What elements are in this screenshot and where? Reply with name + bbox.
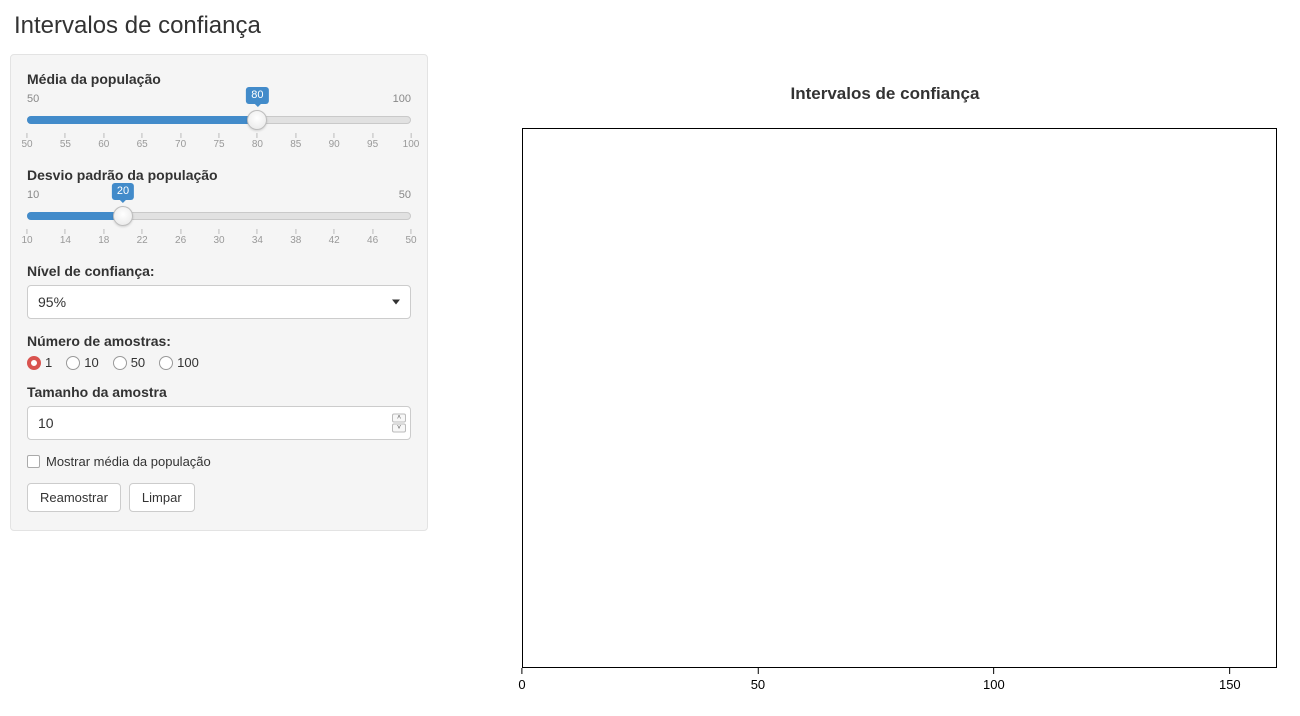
spinner-up-icon[interactable]: ˄: [392, 414, 406, 423]
slider-tick: 90: [329, 133, 340, 150]
spinner-down-icon[interactable]: ˅: [392, 424, 406, 433]
conf-select[interactable]: 95%: [27, 285, 411, 319]
slider-tick: 26: [175, 229, 186, 246]
slider-tick: 75: [213, 133, 224, 150]
radio-100[interactable]: 100: [159, 355, 199, 370]
radio-label: 100: [177, 355, 199, 370]
slider-tick: 95: [367, 133, 378, 150]
slider-tick: 50: [21, 133, 32, 150]
radio-10[interactable]: 10: [66, 355, 98, 370]
plot-area: Intervalos de confiança 0 50 100 150: [428, 50, 1292, 708]
radio-1[interactable]: 1: [27, 355, 52, 370]
radio-label: 50: [131, 355, 145, 370]
nsamples-label: Número de amostras:: [27, 333, 411, 349]
sampsize-label: Tamanho da amostra: [27, 384, 411, 400]
showmean-checkbox[interactable]: Mostrar média da população: [27, 454, 411, 469]
radio-icon: [66, 356, 80, 370]
radio-label: 10: [84, 355, 98, 370]
slider-tick: 14: [60, 229, 71, 246]
x-tick: 0: [518, 668, 525, 692]
radio-icon: [27, 356, 41, 370]
plot-title: Intervalos de confiança: [488, 84, 1282, 104]
radio-icon: [113, 356, 127, 370]
sd-max: 50: [399, 189, 411, 201]
plot-x-axis: 050100150: [522, 668, 1277, 698]
slider-tick: 65: [137, 133, 148, 150]
slider-tick: 18: [98, 229, 109, 246]
sd-min: 10: [27, 189, 39, 201]
slider-tick: 22: [137, 229, 148, 246]
radio-label: 1: [45, 355, 52, 370]
x-tick: 150: [1219, 668, 1241, 692]
slider-tick: 70: [175, 133, 186, 150]
nsamples-radios: 1 10 50 100: [27, 355, 411, 370]
radio-icon: [159, 356, 173, 370]
slider-tick: 34: [252, 229, 263, 246]
page-title: Intervalos de confiança: [14, 12, 1292, 40]
slider-tick: 80: [252, 133, 263, 150]
mean-label: Média da população: [27, 71, 411, 87]
caret-down-icon: [392, 300, 400, 305]
sampsize-value: 10: [38, 415, 54, 431]
slider-tick: 10: [21, 229, 32, 246]
checkbox-icon: [27, 455, 40, 468]
radio-50[interactable]: 50: [113, 355, 145, 370]
slider-tick: 85: [290, 133, 301, 150]
mean-slider[interactable]: 80: [27, 107, 411, 131]
x-tick: 50: [751, 668, 765, 692]
sd-slider[interactable]: 20: [27, 203, 411, 227]
sidebar-panel: Média da população 50 100 80 50 55 60 65 70 7…: [8, 50, 428, 708]
sampsize-input[interactable]: 10 ˄ ˅: [27, 406, 411, 440]
slider-tick: 55: [60, 133, 71, 150]
sd-slider-thumb[interactable]: [113, 206, 133, 226]
plot-box: [522, 128, 1277, 668]
clear-button[interactable]: Limpar: [129, 483, 195, 512]
slider-tick: 100: [403, 133, 420, 150]
sd-label: Desvio padrão da população: [27, 167, 411, 183]
mean-ticks: 50556065707580859095100: [27, 133, 411, 153]
mean-min: 50: [27, 93, 39, 105]
resample-button[interactable]: Reamostrar: [27, 483, 121, 512]
mean-slider-thumb[interactable]: [247, 110, 267, 130]
showmean-label: Mostrar média da população: [46, 454, 211, 469]
slider-tick: 50: [405, 229, 416, 246]
conf-selected: 95%: [38, 294, 66, 310]
slider-tick: 30: [213, 229, 224, 246]
sd-ticks: 1014182226303438424650: [27, 229, 411, 249]
x-tick: 100: [983, 668, 1005, 692]
slider-tick: 60: [98, 133, 109, 150]
slider-tick: 46: [367, 229, 378, 246]
slider-tick: 38: [290, 229, 301, 246]
slider-tick: 42: [329, 229, 340, 246]
conf-label: Nível de confiança:: [27, 263, 411, 279]
mean-max: 100: [393, 93, 411, 105]
